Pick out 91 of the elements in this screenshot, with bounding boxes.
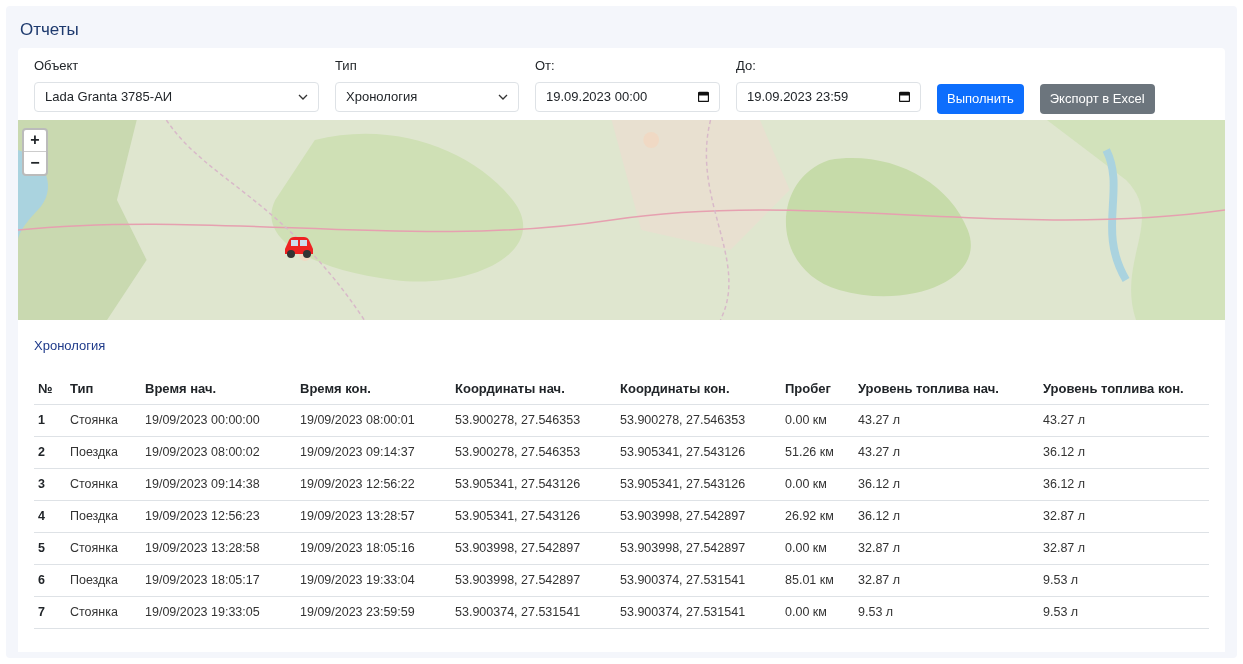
table-cell-text: 19/09/2023 13:28:58 [145, 540, 261, 558]
table-cell-text: 53.903998, 27.542897 [620, 508, 747, 526]
zoom-in-button[interactable]: + [24, 129, 46, 152]
table-cell-text: Поездка [70, 508, 120, 526]
table-cell-text: 53.900278, 27.546353 [455, 412, 582, 430]
table-cell-text: 19/09/2023 18:05:16 [300, 540, 416, 558]
table-cell-text: 36.12 л [1043, 476, 1087, 494]
table-cell-text: 53.900374, 27.531541 [455, 604, 582, 622]
table-cell-text: 32.87 л [858, 540, 902, 558]
page-title: Отчеты [19, 19, 80, 41]
table-cell-text: 53.905341, 27.543126 [455, 508, 582, 526]
table-cell-text: 1 [38, 412, 46, 430]
table-cell-text: 26.92 км [785, 508, 835, 526]
car-icon [282, 234, 316, 259]
table-cell-text: 53.900374, 27.531541 [620, 604, 747, 622]
table-cell-text: 43.27 л [858, 412, 902, 430]
table-cell-text: 2 [38, 444, 46, 462]
table-cell-text: 0.00 км [785, 476, 828, 494]
object-select[interactable]: Lada Granta 3785-АИ [34, 81, 319, 112]
column-header: Время нач. [145, 379, 218, 398]
table-cell-text: 36.12 л [1043, 444, 1087, 462]
table-cell-text: 85.01 км [785, 572, 835, 590]
table-cell-text: 0.00 км [785, 540, 828, 558]
table-cell-text: 53.900374, 27.531541 [620, 572, 747, 590]
table-cell-text: 32.87 л [1043, 540, 1087, 558]
field-label: Объект [34, 57, 80, 75]
table-cell-text: Стоянка [70, 412, 119, 430]
column-header: Пробег [785, 379, 832, 398]
table-cell-text: 19/09/2023 08:00:02 [145, 444, 261, 462]
column-header: № [38, 379, 54, 398]
table-cell-text: 53.905341, 27.543126 [455, 476, 582, 494]
table-cell-text: 19/09/2023 19:33:05 [145, 604, 261, 622]
table-cell-text: 19/09/2023 12:56:23 [145, 508, 261, 526]
calendar-icon [698, 91, 709, 102]
table-cell-text: Поездка [70, 572, 120, 590]
table-cell-text: 0.00 км [785, 604, 828, 622]
field-label: Тип [335, 57, 358, 75]
table-cell-text: Стоянка [70, 540, 119, 558]
calendar-icon [899, 91, 910, 102]
table-cell-text: 0.00 км [785, 412, 828, 430]
table-cell-text: 53.900278, 27.546353 [620, 412, 747, 430]
column-header: Уровень топлива нач. [858, 379, 1000, 398]
table-cell-text: 4 [38, 508, 46, 526]
table-cell-text: Стоянка [70, 604, 119, 622]
table-cell-text: 9.53 л [1043, 604, 1080, 622]
table-cell-text: 19/09/2023 08:00:01 [300, 412, 416, 430]
table-cell-text: 36.12 л [858, 476, 902, 494]
table-cell-text: 53.903998, 27.542897 [620, 540, 747, 558]
field-label: От: [535, 57, 556, 75]
chevron-down-icon [498, 93, 508, 100]
chevron-down-icon [298, 93, 308, 100]
table-cell-text: 5 [38, 540, 46, 558]
table-cell-text: 36.12 л [858, 508, 902, 526]
table-cell-text: 32.87 л [858, 572, 902, 590]
export-button[interactable]: Экспорт в Excel [1039, 83, 1155, 114]
table-cell-text: 6 [38, 572, 46, 590]
column-header: Время кон. [300, 379, 372, 398]
run-button[interactable]: Выполнить [937, 83, 1024, 114]
table-cell-text: 7 [38, 604, 46, 622]
table-cell-text: 19/09/2023 09:14:38 [145, 476, 261, 494]
table-cell-text: 43.27 л [1043, 412, 1087, 430]
table-cell-text: 19/09/2023 13:28:57 [300, 508, 416, 526]
table-cell-text: 53.903998, 27.542897 [455, 572, 582, 590]
column-header: Координаты нач. [455, 379, 566, 398]
field-label: До: [736, 57, 757, 75]
zoom-out-button[interactable]: − [24, 151, 46, 174]
table-cell-text: 53.905341, 27.543126 [620, 444, 747, 462]
table-cell-text: Поездка [70, 444, 120, 462]
table-cell-text: 53.905341, 27.543126 [620, 476, 747, 494]
date-field[interactable]: 19.09.2023 00:00 [535, 81, 720, 112]
table-cell-text: 53.900278, 27.546353 [455, 444, 582, 462]
table-cell-text: 19/09/2023 12:56:22 [300, 476, 416, 494]
table-cell-text: 19/09/2023 23:59:59 [300, 604, 416, 622]
column-header: Уровень топлива кон. [1043, 379, 1185, 398]
table-cell-text: 32.87 л [1043, 508, 1087, 526]
table-cell-text: 3 [38, 476, 46, 494]
table-cell-text: 43.27 л [858, 444, 902, 462]
column-header: Тип [70, 379, 95, 398]
date-field[interactable]: 19.09.2023 23:59 [736, 81, 921, 112]
table-cell-text: 19/09/2023 18:05:17 [145, 572, 261, 590]
report-title: Хронология [34, 336, 107, 355]
table-cell-text: 51.26 км [785, 444, 835, 462]
table-cell-text: 9.53 л [858, 604, 895, 622]
table-cell-text: 19/09/2023 00:00:00 [145, 412, 261, 430]
table-cell-text: Стоянка [70, 476, 119, 494]
table-cell-text: 19/09/2023 19:33:04 [300, 572, 416, 590]
column-header: Координаты кон. [620, 379, 731, 398]
table-cell-text: 53.903998, 27.542897 [455, 540, 582, 558]
type-select[interactable]: Хронология [335, 81, 519, 112]
table-cell-text: 9.53 л [1043, 572, 1080, 590]
table-cell-text: 19/09/2023 09:14:37 [300, 444, 416, 462]
